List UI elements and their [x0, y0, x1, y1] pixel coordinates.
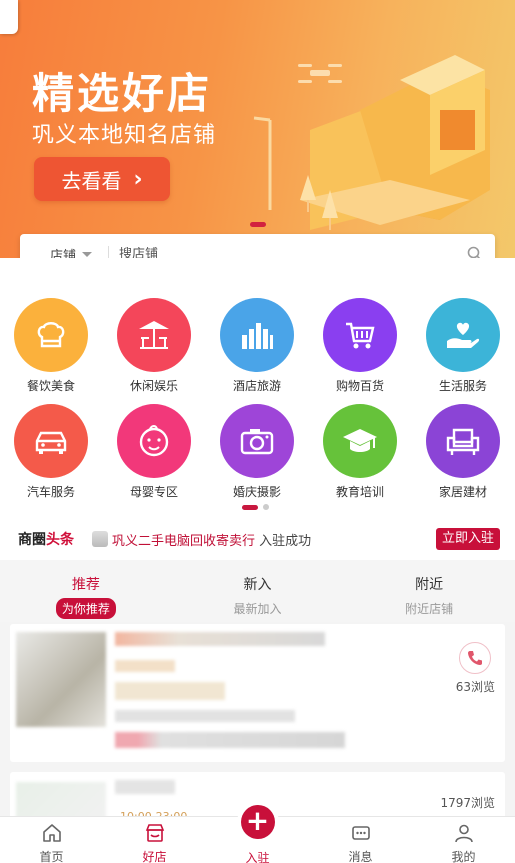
news-headline[interactable]: 巩义二手电脑回收寄卖行 入驻成功 [112, 530, 311, 549]
category-education[interactable]: 教育培训 [315, 404, 405, 500]
baby-face-icon [117, 404, 191, 478]
bottom-tab-bar: 首页 好店 + 入驻 消息 我的 [0, 805, 515, 863]
armchair-icon [426, 404, 500, 478]
page: 精选好店 巩义本地知名店铺 去看看 › 店铺 搜店铺 餐饮美食 休闲娱乐 酒店旅… [0, 0, 515, 863]
category-label: 母婴专区 [129, 485, 178, 499]
tab-subtitle: 最新加入 [233, 602, 282, 616]
tab-subtitle: 附近店铺 [405, 602, 454, 616]
shop-building-illustration [253, 55, 490, 230]
category-label: 汽车服务 [26, 485, 75, 499]
store-meta-redacted [115, 732, 345, 748]
heart-hand-icon [426, 298, 500, 372]
user-icon [412, 822, 515, 844]
category-mother-baby[interactable]: 母婴专区 [109, 404, 199, 500]
tabbar-messages[interactable]: 消息 [309, 817, 412, 863]
tabbar-label: 首页 [39, 850, 64, 863]
news-ticker: 商圈头条 巩义二手电脑回收寄卖行 入驻成功 立即入驻 [0, 518, 515, 560]
tab-subtitle: 为你推荐 [55, 598, 116, 619]
promo-banner[interactable]: 精选好店 巩义本地知名店铺 去看看 › [0, 0, 515, 258]
store-tabs: 推荐 为你推荐 新入 最新加入 附近 附近店铺 [0, 560, 515, 622]
pager-dot-active[interactable] [242, 504, 258, 510]
category-dining[interactable]: 餐饮美食 [6, 298, 96, 394]
category-home-building[interactable]: 家居建材 [418, 404, 508, 500]
tabbar-home[interactable]: 首页 [0, 817, 103, 863]
news-brand-b: 头条 [46, 532, 74, 548]
category-leisure[interactable]: 休闲娱乐 [109, 298, 199, 394]
join-now-button[interactable]: 立即入驻 [435, 528, 500, 550]
category-label: 休闲娱乐 [129, 379, 178, 393]
tab-new[interactable]: 新入 最新加入 [172, 560, 344, 622]
news-brand: 商圈头条 [0, 529, 74, 549]
store-tag-redacted [115, 660, 175, 672]
shopping-cart-icon [323, 298, 397, 372]
banner-go-button[interactable]: 去看看 › [34, 157, 170, 201]
category-grid: 餐饮美食 休闲娱乐 酒店旅游 购物百货 生活服务 汽车服务 母婴专区 婚庆摄影 … [0, 258, 515, 518]
banner-pager-dot[interactable] [250, 222, 266, 227]
tabbar-label: 好店 [142, 850, 167, 863]
category-label: 生活服务 [438, 379, 487, 393]
chevron-right-icon: › [133, 166, 143, 192]
view-count: 63浏览 [455, 680, 495, 694]
store-name-redacted [115, 632, 325, 646]
plus-icon[interactable]: + [240, 805, 275, 839]
banner-subtitle: 巩义本地知名店铺 [32, 123, 217, 148]
caret-down-icon [82, 251, 93, 257]
phone-icon [468, 651, 482, 665]
tabbar-join[interactable]: + 入驻 [206, 805, 309, 863]
tab-title: 新入 [243, 577, 272, 593]
news-brand-a: 商圈 [18, 532, 46, 548]
category-life-service[interactable]: 生活服务 [418, 298, 508, 394]
tabbar-label: 入驻 [245, 851, 270, 863]
category-label: 餐饮美食 [26, 379, 75, 393]
drone-icon [298, 64, 342, 83]
store-thumbnail [16, 632, 106, 727]
corner-tab[interactable] [0, 0, 18, 34]
tabbar-label: 消息 [348, 850, 373, 863]
category-label: 婚庆摄影 [232, 485, 281, 499]
category-pager[interactable] [242, 504, 269, 510]
store-tag-redacted [115, 682, 225, 700]
category-shopping[interactable]: 购物百货 [315, 298, 405, 394]
store-avatar [92, 531, 108, 547]
tabbar-shops[interactable]: 好店 [103, 817, 206, 863]
category-label: 购物百货 [335, 379, 384, 393]
news-headline-store: 巩义二手电脑回收寄卖行 [112, 533, 256, 549]
category-label: 教育培训 [335, 485, 384, 499]
view-count: 1797浏览 [440, 796, 495, 810]
tab-title: 推荐 [71, 577, 100, 593]
graduation-cap-icon [323, 404, 397, 478]
news-headline-suffix: 入驻成功 [255, 533, 312, 549]
store-name-redacted [115, 780, 175, 794]
shop-icon [103, 822, 206, 844]
tabbar-me[interactable]: 我的 [412, 817, 515, 863]
city-skyline-icon [220, 298, 294, 372]
banner-go-label: 去看看 [61, 168, 122, 193]
store-address-redacted [115, 710, 295, 722]
category-label: 家居建材 [438, 485, 487, 499]
category-auto[interactable]: 汽车服务 [6, 404, 96, 500]
tab-nearby[interactable]: 附近 附近店铺 [343, 560, 515, 622]
category-hotel[interactable]: 酒店旅游 [212, 298, 302, 394]
camera-icon [220, 404, 294, 478]
pager-dot[interactable] [263, 504, 269, 510]
car-icon [14, 404, 88, 478]
chef-hat-icon [14, 298, 88, 372]
store-card[interactable]: 63浏览 [10, 624, 505, 762]
tab-title: 附近 [415, 577, 444, 593]
banner-title: 精选好店 [32, 69, 213, 118]
category-label: 酒店旅游 [232, 379, 281, 393]
tab-recommend[interactable]: 推荐 为你推荐 [0, 560, 172, 622]
message-icon [309, 822, 412, 844]
category-wedding-photo[interactable]: 婚庆摄影 [212, 404, 302, 500]
home-icon [0, 822, 103, 844]
phone-call-button[interactable] [459, 642, 491, 674]
tabbar-label: 我的 [451, 850, 476, 863]
umbrella-table-icon [117, 298, 191, 372]
